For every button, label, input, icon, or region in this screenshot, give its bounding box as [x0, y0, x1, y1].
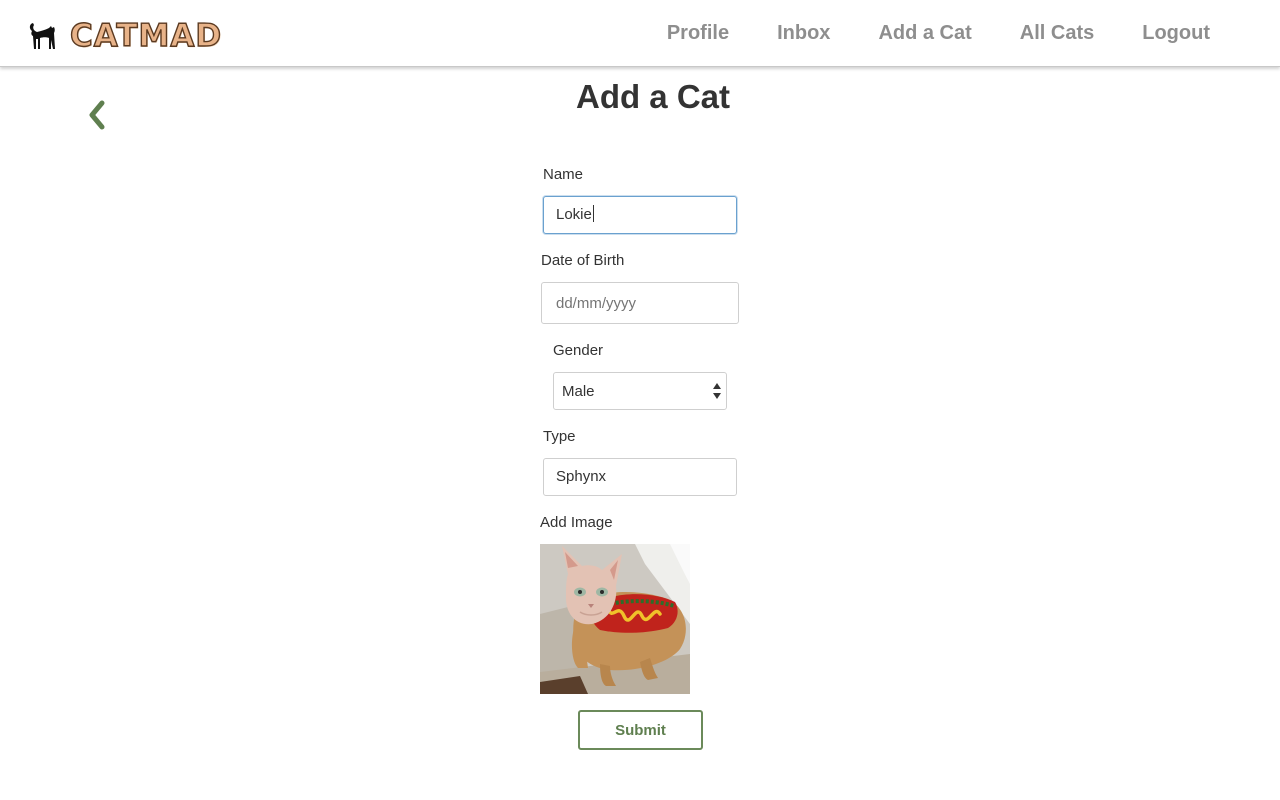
gender-label: Gender — [553, 342, 604, 359]
submit-button[interactable]: Submit — [578, 710, 703, 750]
name-input-value: Lokie — [556, 206, 592, 223]
nav-all-cats[interactable]: All Cats — [1020, 22, 1094, 45]
dob-input[interactable] — [541, 282, 739, 324]
main-nav: Profile Inbox Add a Cat All Cats Logout — [667, 0, 1210, 66]
type-label: Type — [543, 428, 576, 445]
name-input[interactable]: Lokie — [543, 196, 737, 234]
page-title: Add a Cat — [575, 78, 730, 115]
type-input-value: Sphynx — [556, 468, 607, 485]
brand-wordmark: CATMAD — [69, 18, 223, 54]
select-arrows-icon — [713, 383, 721, 399]
cat-photo — [540, 544, 690, 694]
add-image-label: Add Image — [540, 514, 613, 531]
cat-image-upload[interactable] — [540, 544, 690, 694]
gender-select[interactable]: Male — [553, 372, 727, 410]
gender-selected-value: Male — [562, 382, 595, 400]
dob-label: Date of Birth — [541, 252, 625, 269]
name-label: Name — [543, 166, 584, 183]
black-cat-icon — [29, 23, 55, 49]
nav-inbox[interactable]: Inbox — [777, 22, 830, 45]
nav-add-a-cat[interactable]: Add a Cat — [878, 22, 971, 45]
nav-logout[interactable]: Logout — [1142, 22, 1210, 45]
text-caret — [592, 205, 594, 222]
brand[interactable]: CATMAD — [28, 18, 223, 54]
navbar: CATMAD Profile Inbox Add a Cat All Cats … — [0, 0, 1280, 67]
nav-profile[interactable]: Profile — [667, 22, 729, 45]
type-input[interactable]: Sphynx — [543, 458, 737, 496]
